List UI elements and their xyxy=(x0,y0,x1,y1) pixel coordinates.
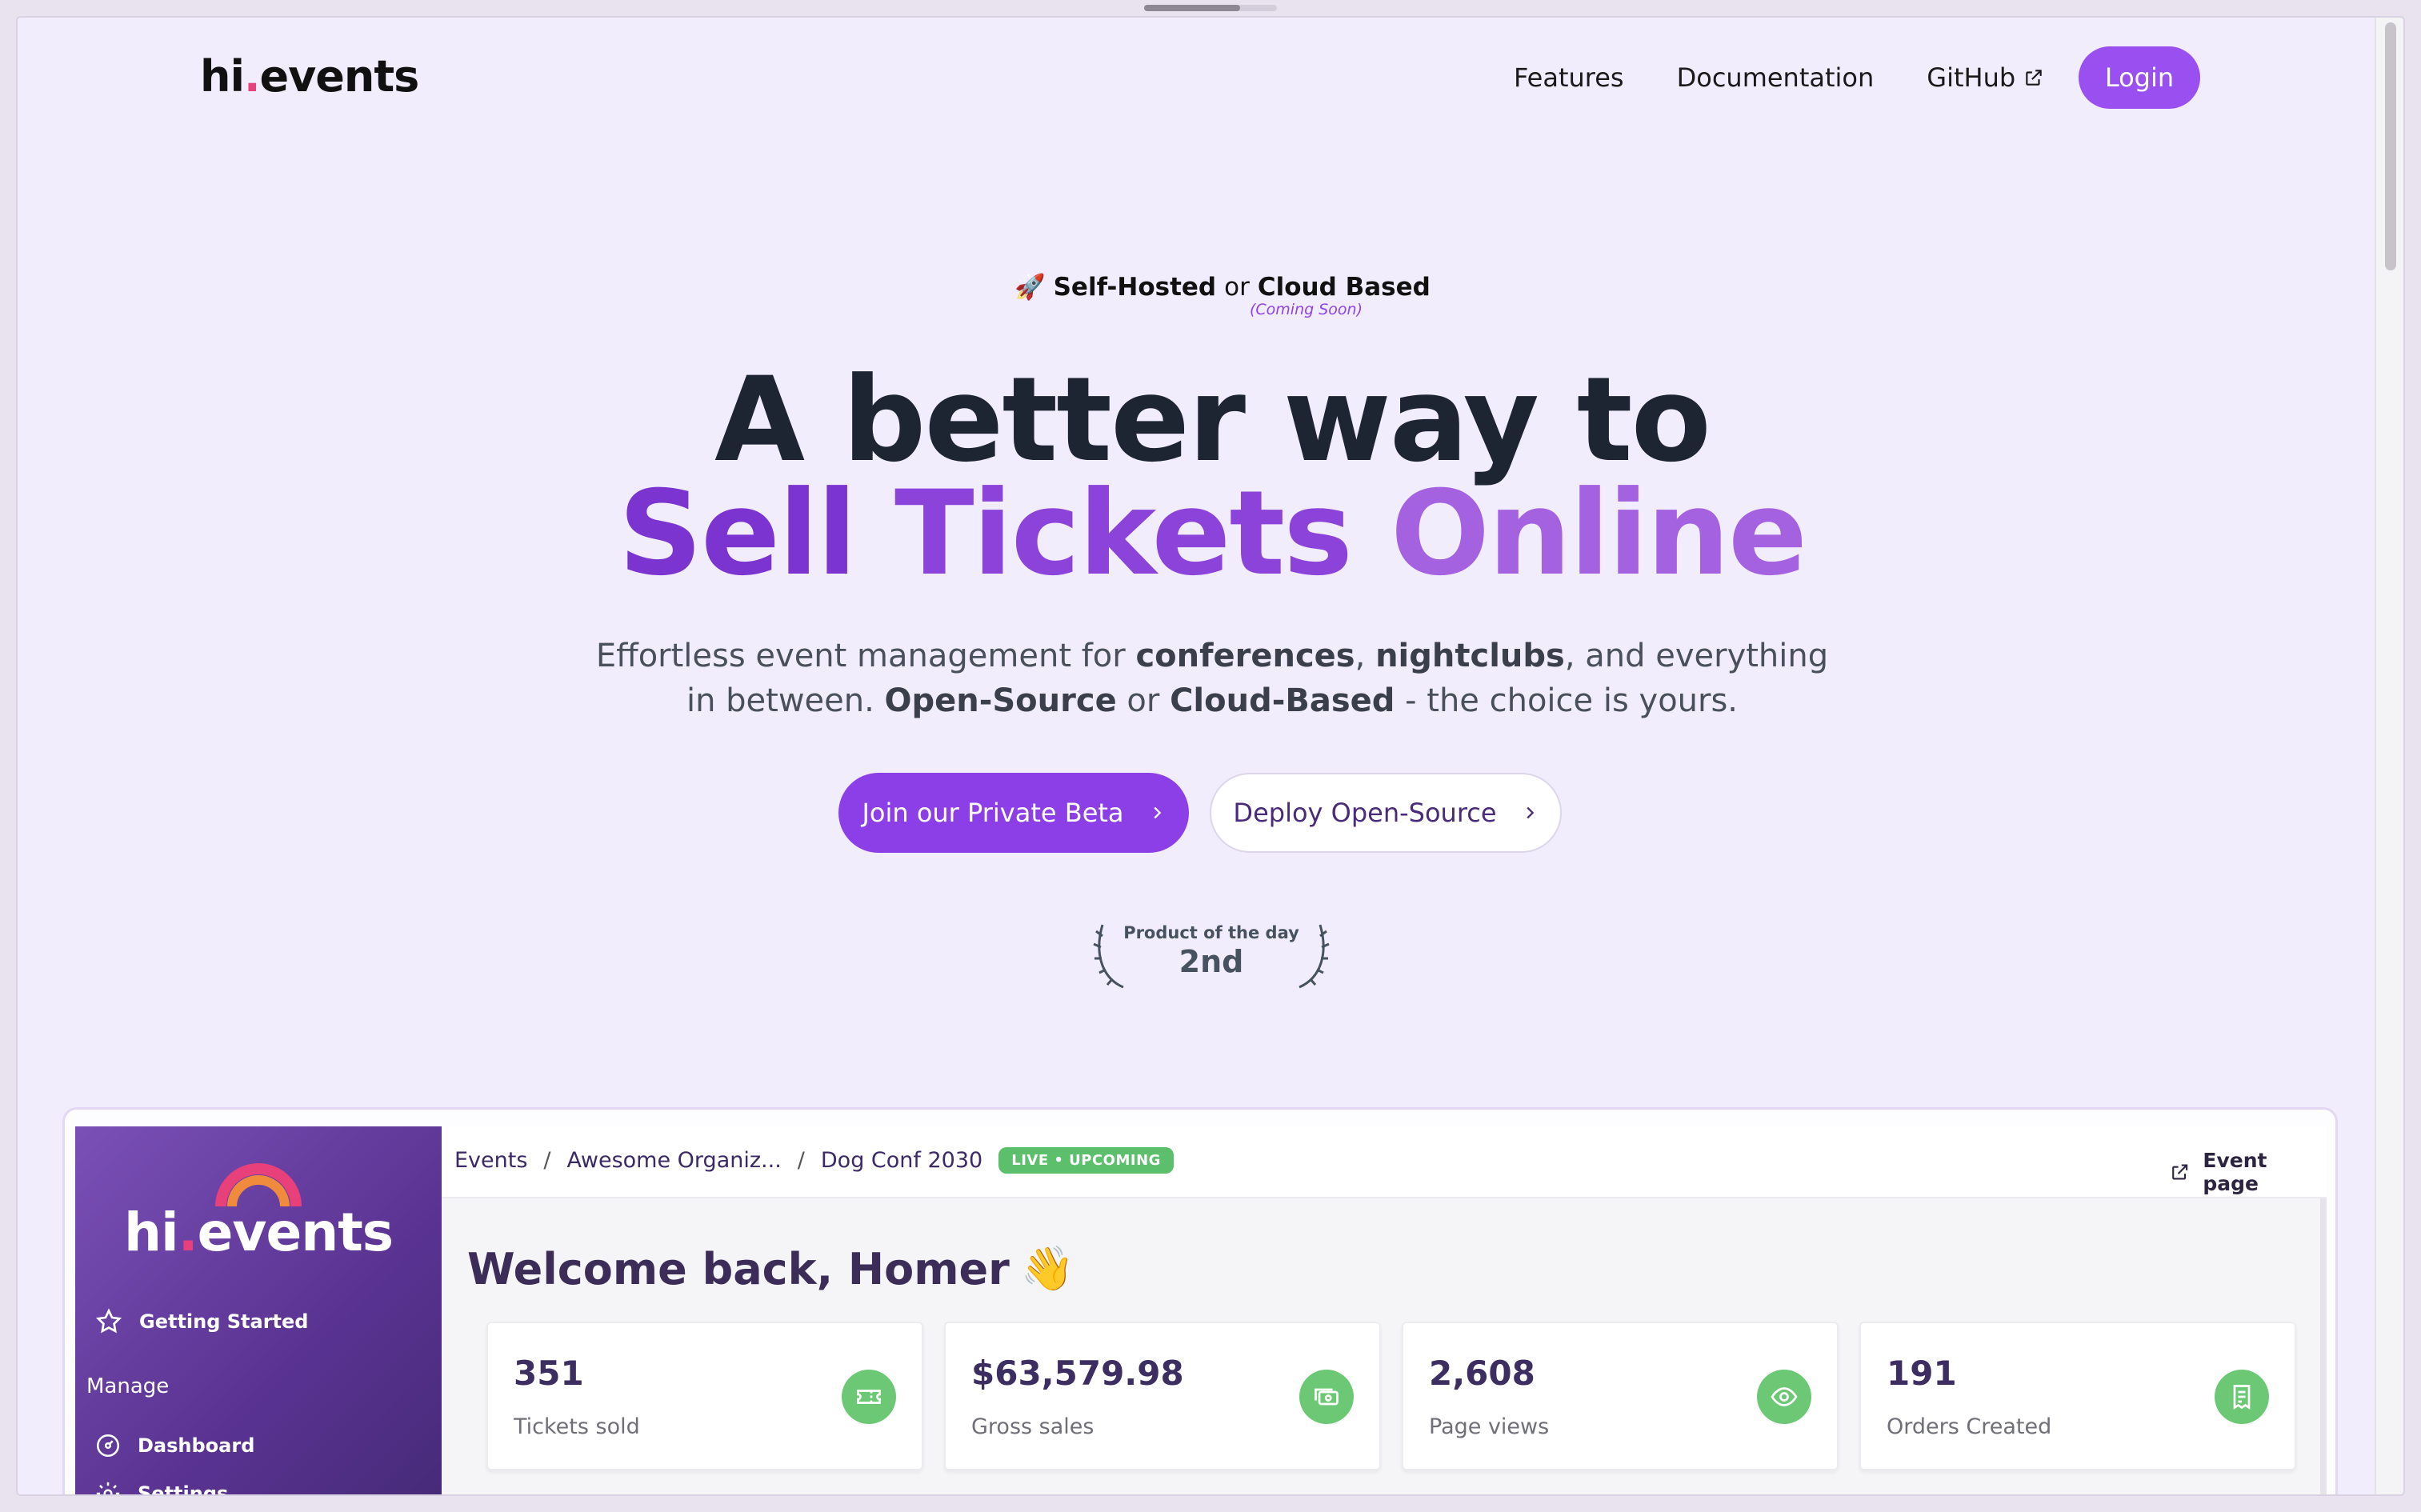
nav-link-documentation[interactable]: Documentation xyxy=(1677,62,1875,93)
window-drag-handle[interactable] xyxy=(1144,5,1277,11)
breadcrumb-organizer[interactable]: Awesome Organiz... xyxy=(567,1148,782,1173)
site-logo[interactable]: hi.events xyxy=(200,51,419,102)
welcome-heading: Welcome back, Homer 👋 xyxy=(467,1243,1074,1294)
nav-link-features[interactable]: Features xyxy=(1514,62,1624,93)
join-private-beta-button[interactable]: Join our Private Beta xyxy=(838,773,1189,853)
external-link-icon xyxy=(2172,1164,2188,1180)
sidebar-section-manage: Manage xyxy=(86,1374,170,1398)
chevron-right-icon xyxy=(1153,806,1161,819)
receipt-icon xyxy=(2215,1370,2269,1424)
gear-icon xyxy=(96,1482,120,1494)
app-sidebar: hi.events Getting Started Manage Dashboa… xyxy=(75,1126,442,1494)
app-scrollbar[interactable] xyxy=(2320,1198,2327,1494)
app-preview: hi.events Getting Started Manage Dashboa… xyxy=(75,1126,2327,1494)
dashboard-icon xyxy=(96,1434,120,1458)
top-nav: Features Documentation GitHub xyxy=(1514,62,2044,93)
deploy-open-source-button[interactable]: Deploy Open-Source xyxy=(1210,773,1562,853)
stat-card-gross-sales: $63,579.98 Gross sales xyxy=(944,1322,1381,1470)
breadcrumb: Events / Awesome Organiz... / Dog Conf 2… xyxy=(454,1147,1174,1174)
coming-soon-note: (Coming Soon) xyxy=(1250,301,1363,318)
browser-window: hi.events Features Documentation GitHub … xyxy=(16,16,2405,1496)
nav-link-github[interactable]: GitHub xyxy=(1927,62,2044,93)
scrollbar-thumb[interactable] xyxy=(2385,22,2396,270)
external-link-icon xyxy=(2026,70,2042,86)
page-scrollbar[interactable] xyxy=(2375,18,2403,1494)
stat-card-page-views: 2,608 Page views xyxy=(1402,1322,1839,1470)
sidebar-item-settings[interactable]: Settings xyxy=(94,1480,228,1494)
eye-icon xyxy=(1757,1370,1811,1424)
breadcrumb-event[interactable]: Dog Conf 2030 xyxy=(821,1148,982,1173)
event-page-link[interactable]: Event page xyxy=(2170,1149,2327,1195)
stat-card-orders-created: 191 Orders Created xyxy=(1859,1322,2296,1470)
breadcrumb-events[interactable]: Events xyxy=(454,1148,527,1173)
hero-headline-line2: Sell Tickets Online xyxy=(618,466,1807,602)
chevron-right-icon xyxy=(1527,806,1534,819)
rocket-icon: 🚀 xyxy=(1014,273,1046,302)
wave-icon: 👋 xyxy=(1020,1243,1074,1294)
login-button[interactable]: Login xyxy=(2079,46,2200,109)
hosting-tagline: 🚀 Self-Hosted or Cloud Based xyxy=(1014,272,1431,302)
laurel-right-icon xyxy=(1299,924,1330,989)
status-badge: LIVE • UPCOMING xyxy=(998,1147,1174,1174)
sidebar-item-getting-started[interactable]: Getting Started xyxy=(94,1307,309,1336)
app-logo: hi.events xyxy=(123,1202,394,1263)
cash-icon xyxy=(1299,1370,1354,1424)
rainbow-logo-icon xyxy=(215,1163,302,1207)
app-topbar: Events / Awesome Organiz... / Dog Conf 2… xyxy=(442,1126,2327,1198)
sidebar-item-dashboard[interactable]: Dashboard xyxy=(94,1432,254,1459)
product-of-the-day-badge[interactable]: Product of the day 2nd xyxy=(1091,917,1331,1005)
hero-headline-line1: A better way to xyxy=(714,352,1711,488)
hero-subtext: Effortless event management for conferen… xyxy=(595,638,1829,719)
ticket-icon xyxy=(842,1370,896,1424)
stat-card-tickets-sold: 351 Tickets sold xyxy=(486,1322,923,1470)
star-icon xyxy=(95,1308,122,1334)
